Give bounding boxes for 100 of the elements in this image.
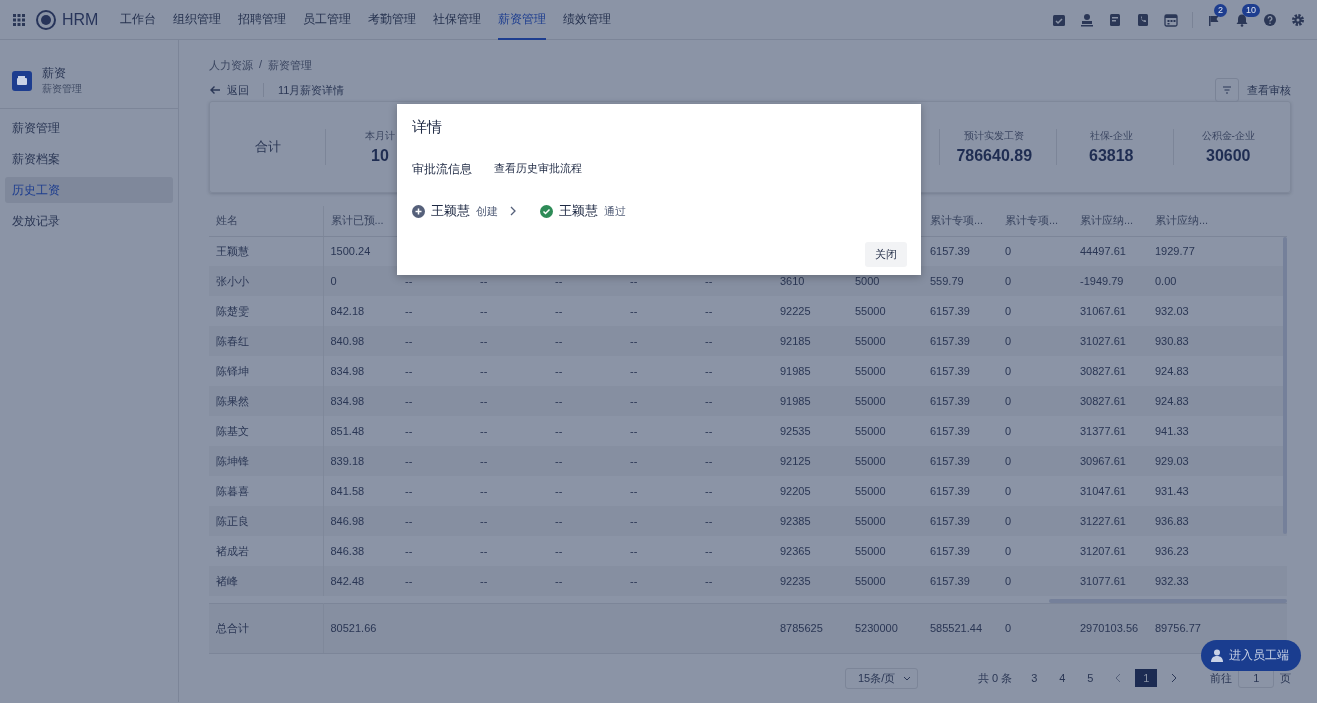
apps-grid-icon[interactable]	[12, 12, 26, 27]
column-header: 累计应纳...	[1155, 214, 1209, 227]
page-button[interactable]: 1	[1135, 669, 1158, 687]
goto-suffix: 页	[1280, 670, 1292, 686]
calendar-check-icon[interactable]	[1052, 12, 1066, 27]
nav-tab[interactable]: 员工管理	[303, 0, 352, 40]
table-cell: --	[480, 305, 488, 317]
chevron-right-icon[interactable]	[1171, 673, 1178, 683]
table-cell: 3610	[780, 275, 805, 287]
nav-tab[interactable]: 工作台	[120, 0, 157, 40]
table-cell: 0	[1005, 575, 1012, 587]
settings-icon[interactable]	[1291, 12, 1305, 27]
table-cell: 941.33	[1155, 425, 1189, 437]
table-cell: 92235	[780, 575, 811, 587]
arrow-left-icon[interactable]	[209, 85, 221, 95]
phone-book-icon[interactable]	[1136, 12, 1150, 27]
table-cell: 30827.61	[1080, 365, 1126, 377]
table-cell: --	[555, 275, 563, 287]
table-cell: 851.48	[330, 425, 365, 437]
total-count: 共 0 条	[978, 670, 1013, 686]
table-cell: 0	[1005, 335, 1012, 347]
table-cell: --	[705, 365, 713, 377]
table-cell: 0	[1005, 365, 1012, 377]
column-header: 姓名	[216, 214, 238, 227]
stat-value: 63818	[1088, 147, 1135, 165]
caret-icon[interactable]	[903, 675, 911, 681]
close-button[interactable]: 关闭	[865, 242, 907, 267]
table-cell: 834.98	[330, 395, 365, 407]
nav-tab[interactable]: 组织管理	[173, 0, 222, 40]
chevron-left-icon[interactable]	[1115, 673, 1122, 683]
table-cell: 31227.61	[1080, 515, 1126, 527]
table-cell: 陈基文	[216, 424, 249, 437]
total-cell: 总合计	[216, 622, 249, 634]
table-cell: --	[705, 395, 713, 407]
page-button[interactable]: 5	[1076, 669, 1105, 687]
chevron-icon	[510, 206, 516, 216]
help-icon[interactable]	[1263, 12, 1277, 27]
stamp-icon[interactable]	[1080, 12, 1094, 27]
sidebar-item[interactable]: 薪资管理	[5, 115, 173, 141]
stat-value: 786640.89	[955, 147, 1034, 165]
sidebar-item[interactable]: 历史工资	[5, 177, 173, 203]
wallet-icon	[12, 70, 32, 91]
table-cell: 929.03	[1155, 455, 1189, 467]
table-cell: --	[705, 485, 713, 497]
table-cell: --	[480, 515, 488, 527]
page-size-select[interactable]: 15条/页	[845, 667, 918, 689]
table-cell: 31067.61	[1080, 305, 1126, 317]
table-cell: 92225	[780, 305, 811, 317]
total-cell: 5230000	[855, 622, 898, 634]
table-cell: 846.38	[330, 545, 365, 557]
page-button[interactable]: 4	[1048, 669, 1077, 687]
total-cell: 8785625	[780, 622, 823, 634]
calendar-icon[interactable]	[1164, 12, 1178, 27]
breadcrumb-item[interactable]: 人力资源	[209, 58, 253, 73]
table-cell: --	[705, 275, 713, 287]
table-cell: 30827.61	[1080, 395, 1126, 407]
table-cell: 91985	[780, 395, 811, 407]
table-cell: 834.98	[330, 365, 365, 377]
table-cell: 55000	[855, 305, 886, 317]
table-cell: 1929.77	[1155, 245, 1195, 258]
breadcrumb-item[interactable]: 薪资管理	[268, 58, 313, 73]
sidebar-item[interactable]: 发放记录	[5, 208, 173, 234]
table-cell: 褚峰	[216, 574, 238, 587]
table-cell: 6157.39	[930, 395, 970, 407]
table-cell: 6157.39	[930, 455, 970, 467]
document-icon[interactable]	[1108, 12, 1122, 27]
employee-portal-button[interactable]: 进入员工端	[1201, 640, 1301, 671]
back-button[interactable]: 返回	[209, 82, 249, 98]
table-cell: --	[555, 485, 563, 497]
person-icon[interactable]	[1211, 649, 1223, 662]
table-cell: --	[405, 545, 413, 557]
table-cell: 0	[1005, 425, 1012, 437]
plus-circle-icon	[412, 204, 425, 218]
table-cell: 0	[1005, 545, 1012, 557]
nav-tab[interactable]: 招聘管理	[238, 0, 287, 40]
check-circle-icon	[540, 204, 553, 218]
nav-tab[interactable]: 薪资管理	[498, 0, 547, 40]
page-button[interactable]: 3	[1020, 669, 1049, 687]
table-cell: 6157.39	[930, 335, 970, 347]
total-cell: 80521.66	[330, 622, 377, 634]
table-cell: --	[705, 455, 713, 467]
sidebar-item[interactable]: 薪资档案	[5, 146, 173, 172]
nav-tab[interactable]: 绩效管理	[563, 0, 612, 40]
column-header: 累计专项...	[1005, 214, 1059, 227]
table-cell: 陈坤锋	[216, 454, 249, 467]
history-link[interactable]: 查看历史审批流程	[494, 161, 582, 178]
table-cell: --	[480, 545, 488, 557]
table-cell: 842.18	[330, 305, 365, 317]
bell-icon[interactable]	[1235, 12, 1249, 27]
table-cell: --	[480, 575, 488, 587]
review-link[interactable]: 查看审核	[1247, 82, 1292, 98]
table-cell: --	[480, 275, 488, 287]
table-cell: 6157.39	[930, 365, 970, 377]
nav-tab[interactable]: 社保管理	[433, 0, 482, 40]
table-cell: 陈暮喜	[216, 484, 249, 497]
table-cell: --	[480, 365, 488, 377]
table-cell: --	[705, 575, 713, 587]
table-cell: 31027.61	[1080, 335, 1126, 347]
table-cell: 6157.39	[930, 425, 970, 437]
nav-tab[interactable]: 考勤管理	[368, 0, 417, 40]
